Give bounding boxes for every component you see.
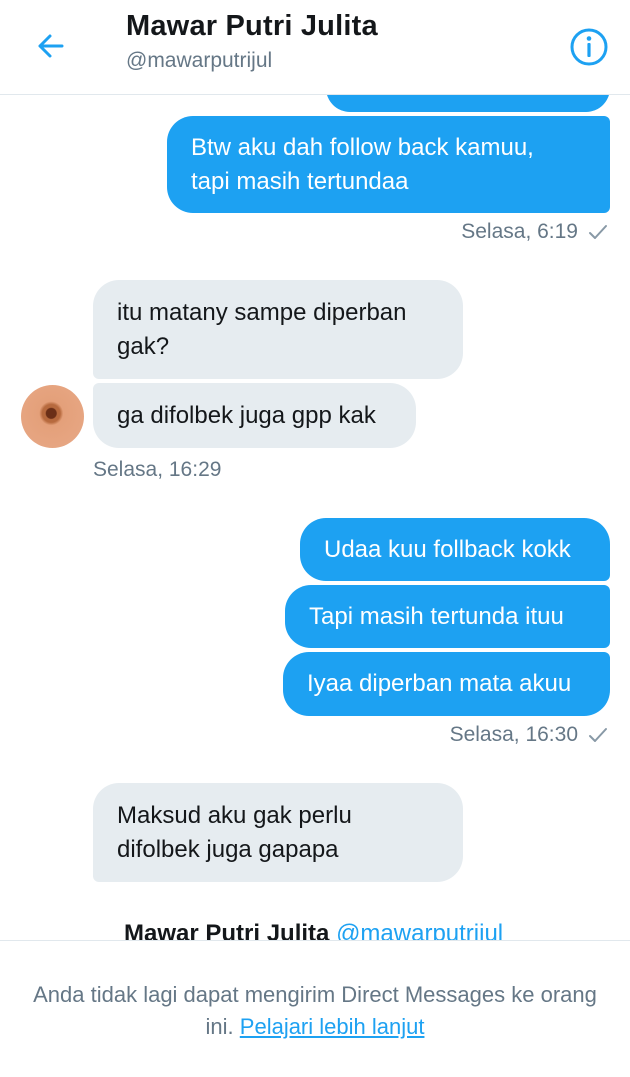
message-bubble-outgoing[interactable]: Tapi masih tertunda ituu — [285, 585, 610, 648]
message-text: Btw aku dah follow back kamuu, tapi masi… — [191, 133, 534, 195]
message-text: ga difolbek juga gpp kak — [117, 401, 376, 429]
check-icon — [589, 728, 607, 742]
profile-peek-handle: @mawarputrijul — [336, 920, 504, 940]
message-text: Iyaa diperban mata akuu — [307, 670, 572, 697]
dm-disabled-footer: Anda tidak lagi dapat mengirim Direct Me… — [0, 940, 630, 1077]
contact-name[interactable]: Mawar Putri Julita — [126, 10, 378, 43]
avatar[interactable] — [21, 385, 84, 448]
timestamp-text: Selasa, 16:30 — [449, 723, 578, 746]
message-text: Tapi masih tertunda ituu — [309, 602, 564, 630]
message-bubble-outgoing[interactable]: Udaa kuu follback kokk — [300, 518, 610, 581]
arrow-left-icon — [38, 34, 64, 58]
message-bubble-incoming[interactable]: itu matany sampe diperban gak? — [93, 280, 463, 379]
conversation-header: Mawar Putri Julita @mawarputrijul — [0, 0, 630, 95]
profile-peek[interactable]: Mawar Putri Julita @mawarputrijul — [124, 920, 503, 940]
message-bubble-incoming[interactable]: Maksud aku gak perlu difolbek juga gapap… — [93, 783, 463, 882]
message-text: Maksud aku gak perlu difolbek juga gapap… — [117, 801, 352, 863]
back-button[interactable] — [28, 24, 72, 68]
message-text: itu matany sampe diperban gak? — [117, 298, 407, 360]
check-icon — [589, 225, 607, 239]
message-bubble-incoming[interactable]: ga difolbek juga gpp kak — [93, 383, 416, 448]
timestamp-text: Selasa, 6:19 — [461, 220, 578, 243]
contact-handle[interactable]: @mawarputrijul — [126, 49, 272, 73]
info-circle-icon — [570, 28, 608, 66]
message-timestamp: Selasa, 6:19 — [461, 220, 608, 244]
learn-more-link[interactable]: Pelajari lebih lanjut — [240, 1014, 425, 1039]
message-bubble-outgoing[interactable]: Iyaa diperban mata akuu — [283, 652, 610, 716]
message-timestamp: Selasa, 16:30 — [450, 723, 608, 747]
message-text: Udaa kuu follback kokk — [324, 535, 571, 563]
message-bubble-outgoing[interactable]: Btw aku dah follow back kamuu, tapi masi… — [167, 116, 610, 213]
dm-disabled-notice: Anda tidak lagi dapat mengirim Direct Me… — [20, 979, 610, 1043]
info-button[interactable] — [566, 24, 612, 70]
message-bubble-outgoing[interactable] — [326, 95, 610, 112]
message-thread[interactable]: Btw aku dah follow back kamuu, tapi masi… — [0, 95, 630, 940]
profile-peek-name: Mawar Putri Julita — [124, 920, 330, 940]
timestamp-text: Selasa, 16:29 — [93, 458, 222, 481]
message-timestamp: Selasa, 16:29 — [93, 458, 221, 482]
